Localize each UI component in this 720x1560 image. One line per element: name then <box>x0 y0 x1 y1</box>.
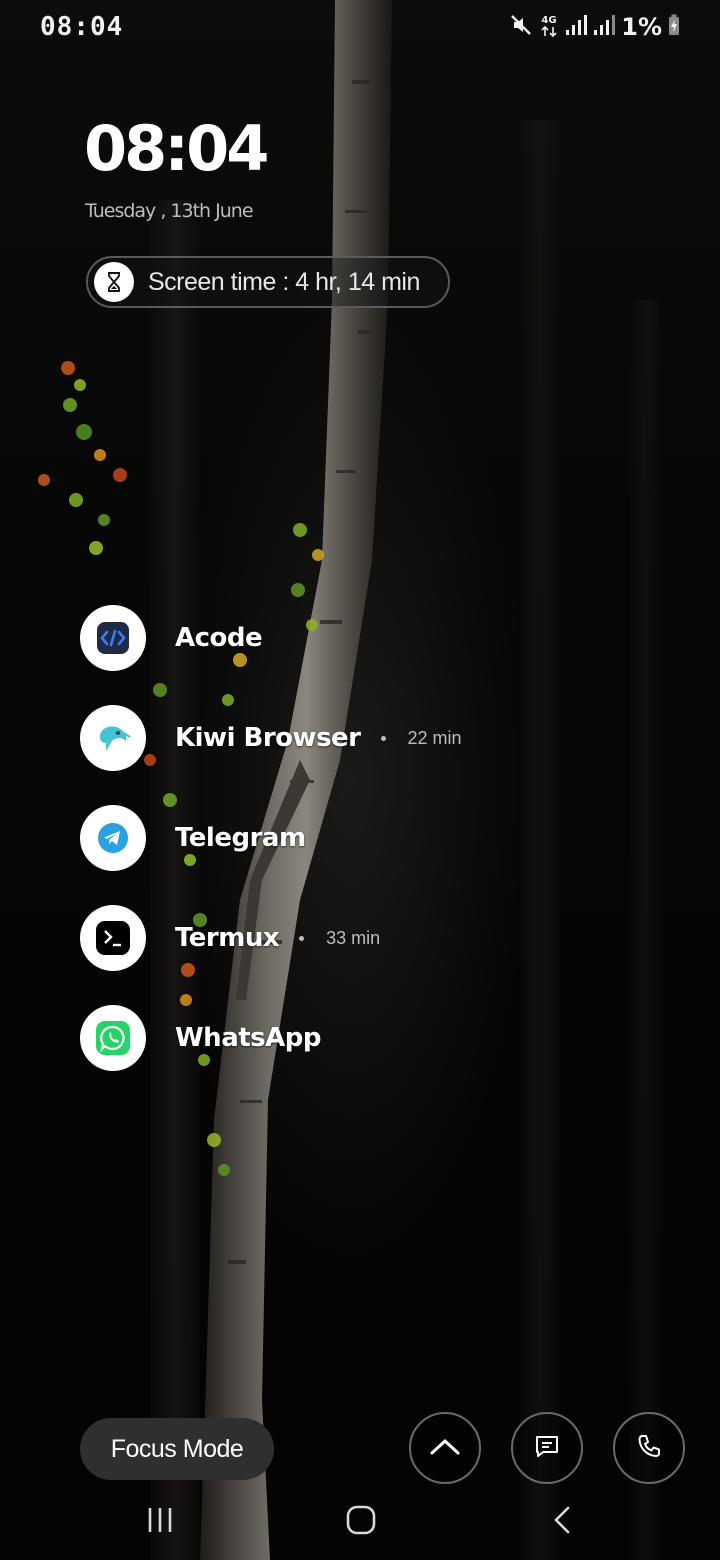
separator-dot <box>380 735 386 741</box>
separator-dot <box>299 935 305 941</box>
focus-mode-button[interactable]: Focus Mode <box>80 1418 274 1480</box>
chevron-up-icon <box>429 1436 461 1461</box>
messages-button[interactable] <box>511 1412 583 1484</box>
svg-text:4G: 4G <box>542 15 557 26</box>
screen-time-label: Screen time : 4 hr, 14 min <box>148 267 420 296</box>
hourglass-icon <box>94 262 134 302</box>
signal-icon <box>565 14 588 41</box>
app-name: Acode <box>175 623 263 653</box>
app-item-acode[interactable]: Acode <box>80 604 640 672</box>
navigation-bar <box>0 1490 720 1560</box>
network-4g-icon: 4G <box>539 12 559 43</box>
home-clock[interactable]: 08:04 <box>84 118 269 180</box>
signal-icon <box>593 14 616 41</box>
home-date: Tuesday , 13th June <box>85 200 254 222</box>
mute-icon <box>509 13 533 42</box>
app-item-kiwi-browser[interactable]: Kiwi Browser 22 min <box>80 704 640 772</box>
home-button[interactable] <box>331 1500 391 1544</box>
recents-button[interactable] <box>130 1500 190 1544</box>
app-item-telegram[interactable]: Telegram <box>80 804 640 872</box>
app-usage-time: 22 min <box>407 727 462 748</box>
app-item-whatsapp[interactable]: WhatsApp <box>80 1004 640 1072</box>
app-name: WhatsApp <box>175 1023 321 1053</box>
app-list: Acode Kiwi Browser 22 min Telegram Termu… <box>80 604 640 1104</box>
recents-icon <box>145 1506 175 1539</box>
message-icon <box>534 1433 560 1464</box>
status-icons: 4G 1% <box>509 12 680 42</box>
back-icon <box>552 1505 572 1540</box>
screen-time-pill[interactable]: Screen time : 4 hr, 14 min <box>86 256 450 308</box>
kiwi-icon <box>80 705 146 771</box>
app-name: Termux <box>175 923 280 953</box>
phone-icon <box>636 1433 662 1464</box>
battery-percentage: 1% <box>621 13 662 41</box>
expand-button[interactable] <box>409 1412 481 1484</box>
acode-icon <box>80 605 146 671</box>
status-time: 08:04 <box>40 12 124 42</box>
home-icon <box>345 1504 377 1541</box>
app-item-termux[interactable]: Termux 33 min <box>80 904 640 972</box>
app-name: Kiwi Browser <box>175 723 361 753</box>
app-usage-time: 33 min <box>326 927 381 948</box>
battery-charging-icon <box>668 14 680 41</box>
back-button[interactable] <box>532 1500 592 1544</box>
phone-button[interactable] <box>613 1412 685 1484</box>
telegram-icon <box>80 805 146 871</box>
termux-icon <box>80 905 146 971</box>
status-bar: 08:04 4G 1% <box>0 0 720 56</box>
whatsapp-icon <box>80 1005 146 1071</box>
app-name: Telegram <box>175 823 306 853</box>
home-screen: 08:04 4G 1% 08:04 Tuesday , 13th June Sc… <box>0 0 720 1560</box>
